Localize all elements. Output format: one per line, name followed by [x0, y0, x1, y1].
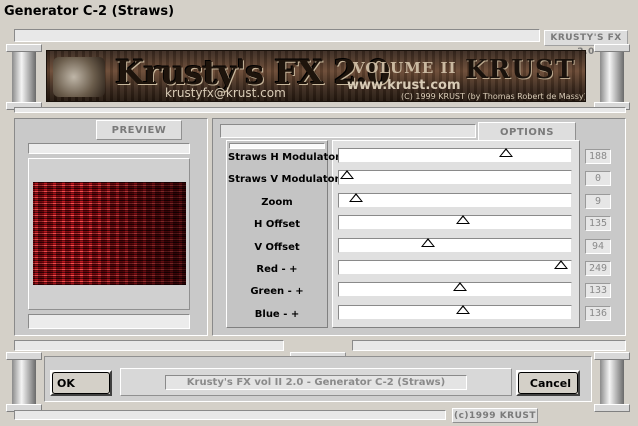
dragon-emblem-icon — [53, 57, 105, 97]
cancel-button[interactable]: Cancel — [516, 370, 580, 396]
slider-thumb-icon[interactable] — [456, 215, 470, 224]
param-slider[interactable] — [338, 305, 572, 320]
param-label: Blue - + — [254, 309, 300, 320]
bottom-right-pillar — [594, 352, 630, 412]
slider-thumb-icon[interactable] — [349, 193, 363, 202]
title-bar[interactable]: Generator C-2 (Straws) — [0, 0, 638, 26]
sliders-column — [332, 140, 580, 328]
param-label: Straws V Modulator — [228, 174, 340, 185]
param-value: 0 — [585, 171, 611, 186]
param-slider[interactable] — [338, 282, 572, 297]
slider-thumb-icon[interactable] — [421, 238, 435, 247]
param-value: 135 — [585, 216, 611, 231]
banner-volume: VOLUME II — [353, 59, 457, 77]
window-title: Generator C-2 (Straws) — [4, 4, 175, 19]
param-label: Green - + — [250, 286, 304, 297]
banner-email: krustyfx@krust.com — [165, 86, 286, 100]
param-value: 136 — [585, 306, 611, 321]
slider-thumb-icon[interactable] — [499, 148, 513, 157]
banner-copyright: (C) 1999 KRUST (by Thomas Robert de Mass… — [401, 92, 586, 101]
top-strip — [14, 29, 540, 42]
status-frame: Krusty's FX vol II 2.0 - Generator C-2 (… — [120, 368, 512, 396]
param-label: H Offset — [254, 219, 300, 230]
param-label: Red - + — [256, 264, 298, 275]
right-pillar — [594, 44, 630, 110]
ok-button[interactable]: OK — [50, 370, 112, 396]
slider-thumb-icon[interactable] — [340, 170, 354, 179]
banner-brand: KRUST — [465, 55, 576, 85]
bottom-left-pillar — [6, 352, 42, 412]
preview-image — [33, 182, 186, 285]
param-names-column — [226, 140, 328, 328]
generator-window: Generator C-2 (Straws) KRUSTY'S FX 2.0 K… — [0, 0, 638, 426]
param-label: Straws H Modulator — [228, 152, 341, 163]
preview-label: PREVIEW — [96, 120, 182, 140]
param-label: Zoom — [261, 197, 293, 208]
param-value: 188 — [585, 149, 611, 164]
param-value: 94 — [585, 239, 611, 254]
banner-url: www.krust.com — [347, 78, 461, 93]
cancel-label: Cancel — [529, 376, 571, 390]
param-slider[interactable] — [338, 260, 572, 275]
ok-label: OK — [57, 376, 75, 390]
param-value: 133 — [585, 283, 611, 298]
apply-strip-right — [352, 340, 626, 351]
slider-thumb-icon[interactable] — [456, 305, 470, 314]
options-strip — [220, 124, 476, 138]
status-text: Krusty's FX vol II 2.0 - Generator C-2 (… — [165, 375, 467, 390]
slider-thumb-icon[interactable] — [554, 260, 568, 269]
slider-thumb-icon[interactable] — [453, 282, 467, 291]
param-slider[interactable] — [338, 148, 572, 163]
apply-strip-left — [14, 340, 284, 351]
bottom-strip — [14, 410, 446, 420]
left-pillar — [6, 44, 42, 110]
banner-bottom-strip — [14, 107, 626, 113]
param-slider[interactable] — [338, 170, 572, 185]
preview-strip-top — [28, 143, 190, 154]
param-value: 9 — [585, 194, 611, 209]
footer-copyright: (c)1999 KRUST — [452, 408, 538, 423]
param-slider[interactable] — [338, 215, 572, 230]
param-value: 249 — [585, 261, 611, 276]
param-slider[interactable] — [338, 193, 572, 208]
preview-strip-bottom — [28, 314, 190, 329]
banner-logo: Krusty's FX 2.0 VOLUME II KRUST krustyfx… — [46, 50, 586, 102]
param-label: V Offset — [254, 242, 300, 253]
param-slider[interactable] — [338, 238, 572, 253]
options-label: OPTIONS — [478, 122, 576, 142]
